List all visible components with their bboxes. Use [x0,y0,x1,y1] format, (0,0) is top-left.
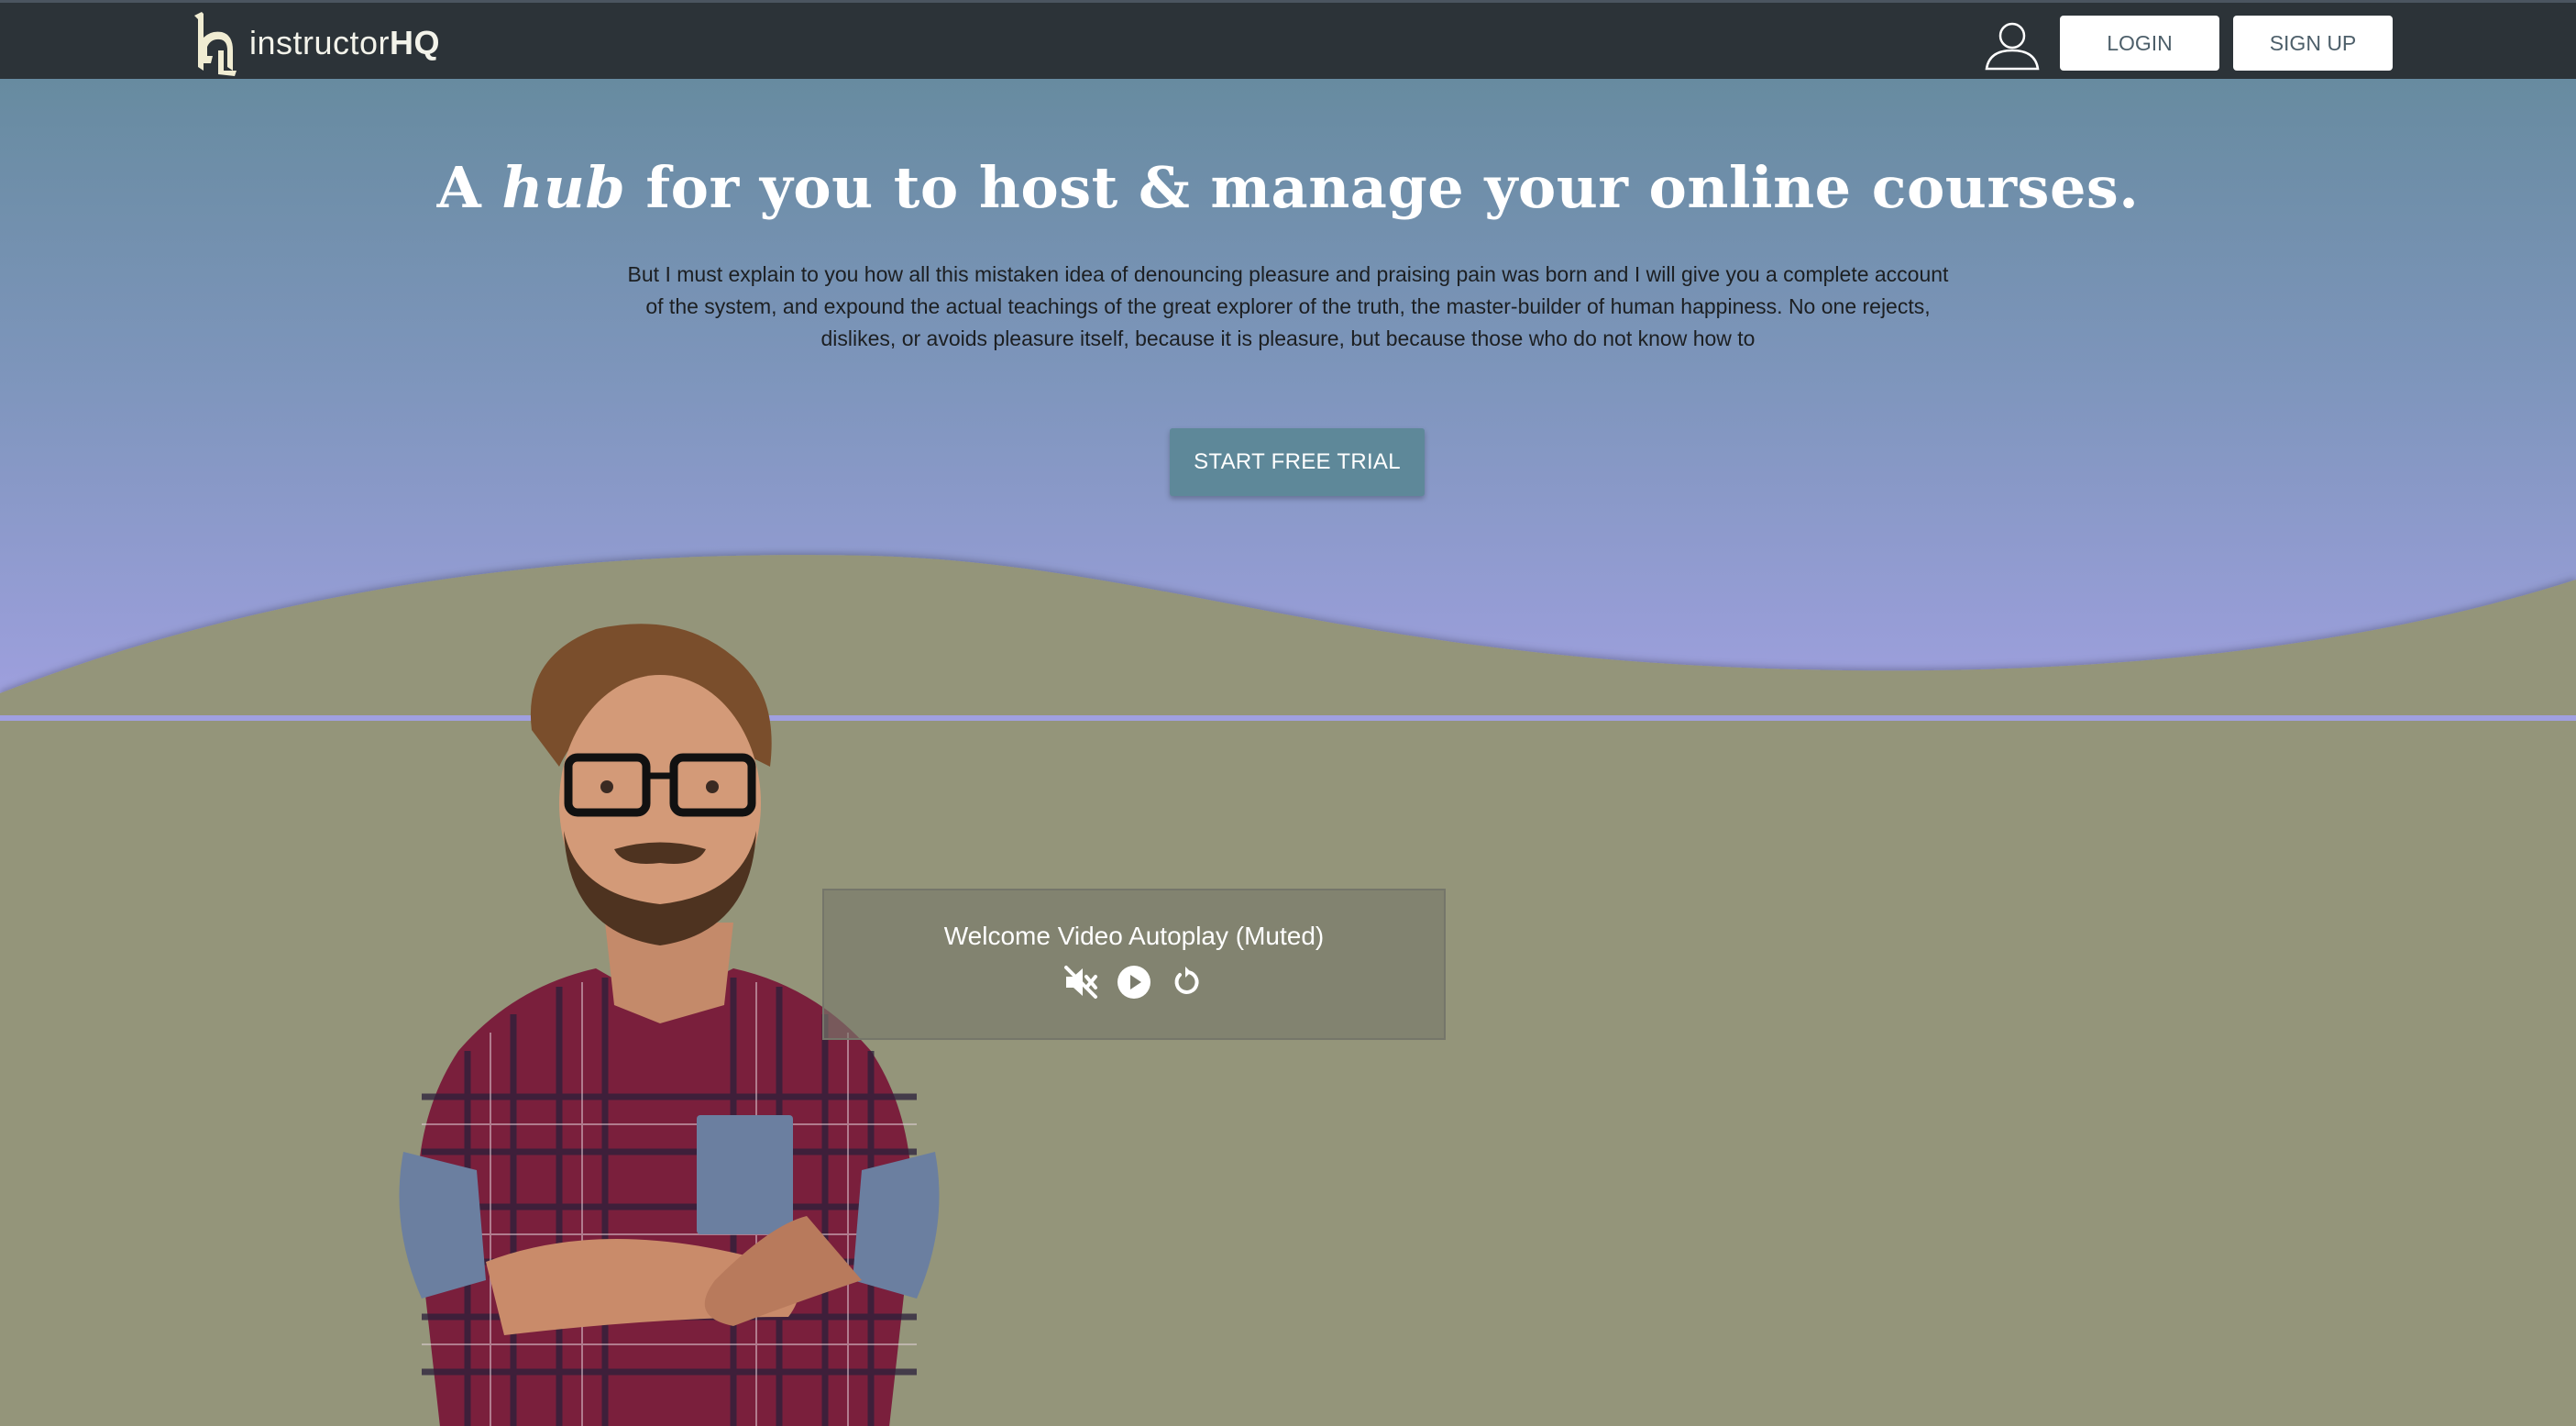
replay-icon[interactable] [1169,964,1205,1000]
logo-text: instructorHQ [249,24,441,61]
logo-mark-icon [194,12,237,76]
start-free-trial-button[interactable]: START FREE TRIAL [1170,428,1425,496]
headline-emphasis: hub [501,154,626,221]
user-account-icon[interactable] [1984,19,2041,71]
top-navbar: instructorHQ LOGIN SIGN UP [0,0,2576,79]
muted-icon[interactable] [1062,964,1099,1000]
login-button[interactable]: LOGIN [2060,16,2219,71]
video-title: Welcome Video Autoplay (Muted) [943,922,1325,950]
video-controls [824,964,1444,1000]
hero-headline: A hub for you to host & manage your onli… [436,154,2140,221]
welcome-video-panel[interactable]: Welcome Video Autoplay (Muted) [822,889,1446,1040]
hero-subtext: But I must explain to you how all this m… [627,262,1949,350]
logo[interactable]: instructorHQ [191,10,440,76]
signup-button[interactable]: SIGN UP [2233,16,2393,71]
play-icon[interactable] [1116,964,1152,1000]
